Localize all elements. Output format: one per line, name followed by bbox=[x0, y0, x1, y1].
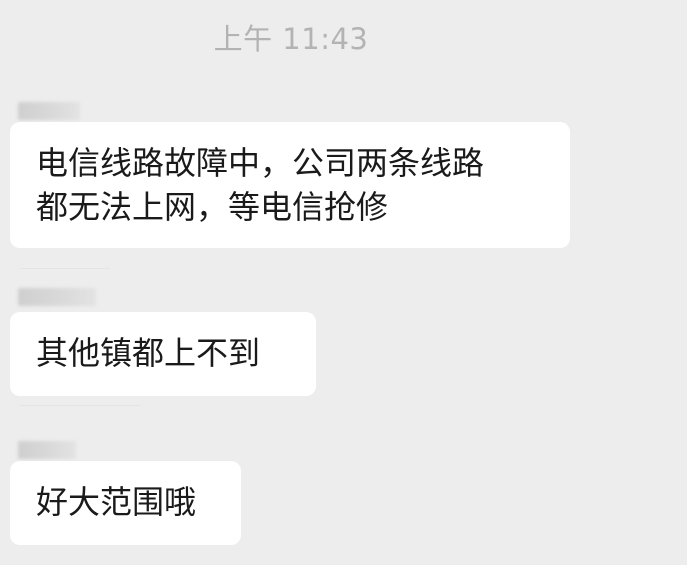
sender-name-blurred bbox=[18, 288, 96, 306]
message-text-line: 电信线路故障中，公司两条线路 bbox=[36, 144, 485, 182]
message-text-line: 好大范围哦 bbox=[36, 483, 197, 521]
message-text-line: 都无法上网，等电信抢修 bbox=[36, 188, 389, 226]
message-text-line: 其他镇都上不到 bbox=[36, 334, 261, 372]
chat-message-bubble[interactable]: 电信线路故障中，公司两条线路 都无法上网，等电信抢修 bbox=[10, 122, 570, 248]
chat-message-bubble[interactable]: 好大范围哦 bbox=[10, 461, 241, 545]
chat-message-bubble[interactable]: 其他镇都上不到 bbox=[10, 312, 316, 396]
divider bbox=[20, 268, 110, 269]
divider bbox=[20, 405, 140, 406]
sender-name-blurred bbox=[18, 441, 76, 459]
message-timestamp: 上午 11:43 bbox=[213, 22, 369, 56]
sender-name-blurred bbox=[18, 102, 80, 120]
